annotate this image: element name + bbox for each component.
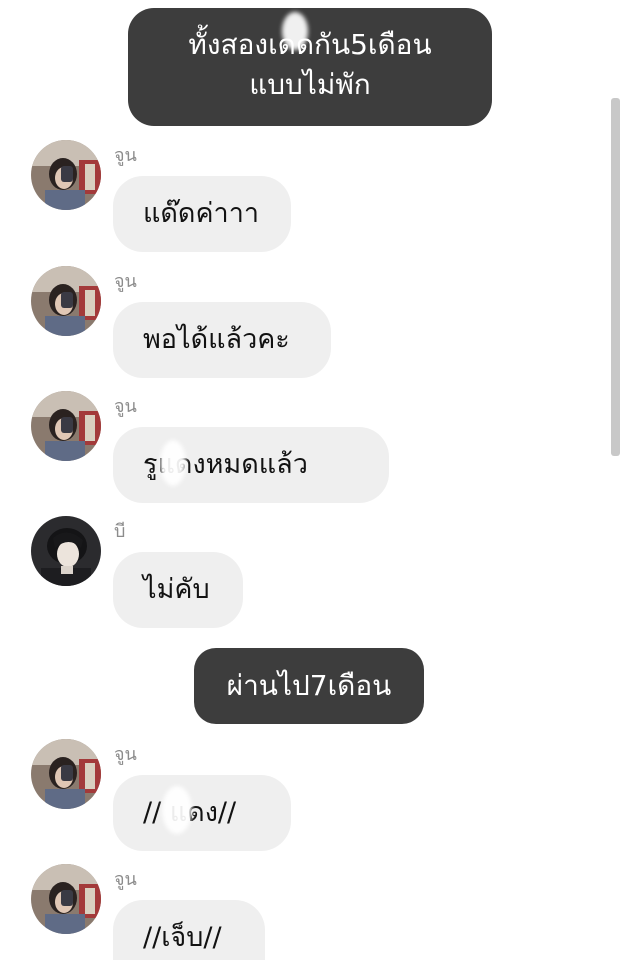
message-bubble[interactable]: แด๊ดค่าาา [113,176,291,252]
avatar[interactable] [31,391,101,461]
narration-box: ผ่านไป7เดือน [194,648,424,724]
avatar[interactable] [31,140,101,210]
narration-box: ทั้งสองเดดกัน5เดือน แบบไม่พัก [128,8,492,126]
avatar[interactable] [31,739,101,809]
message-bubble[interactable]: // แดง// [113,775,291,851]
message-bubble[interactable]: ไม่คับ [113,552,243,628]
sender-name: จูน [114,744,137,765]
message-bubble[interactable]: รูแดงหมดแล้ว [113,427,389,503]
blur-mark [282,12,308,50]
sender-name: จูน [114,145,137,166]
sender-name: จูน [114,396,137,417]
message-bubble[interactable]: //เจ็บ// [113,900,265,960]
sender-name: จูน [114,869,137,890]
avatar[interactable] [31,864,101,934]
blur-mark [160,440,186,486]
narration-line: ทั้งสองเดดกัน5เดือน [188,28,432,61]
narration-line: ผ่านไป7เดือน [226,669,392,702]
blur-mark [162,786,192,834]
sender-name: จูน [114,271,137,292]
avatar[interactable] [31,516,101,586]
sender-name: บี [114,521,126,542]
message-bubble[interactable]: พอได้แล้วคะ [113,302,331,378]
scrollbar[interactable] [611,98,620,456]
narration-line: แบบไม่พัก [249,68,371,101]
avatar[interactable] [31,266,101,336]
